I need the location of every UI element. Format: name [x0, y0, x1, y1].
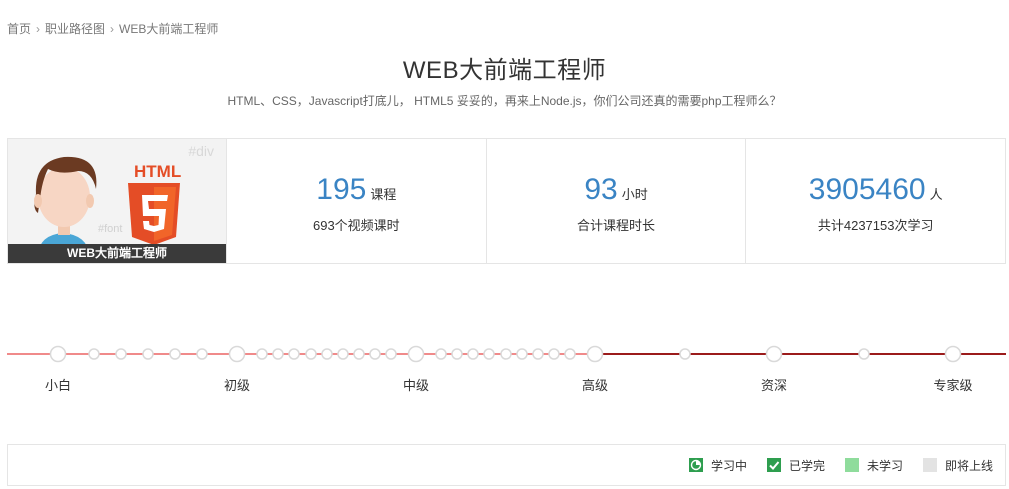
timeline-course-node[interactable]	[532, 348, 544, 360]
timeline-course-node[interactable]	[305, 348, 317, 360]
legend-label: 学习中	[710, 458, 747, 473]
timeline-track	[7, 345, 1006, 363]
timeline-stage-node[interactable]	[944, 345, 962, 363]
breadcrumb: 首页 › 职业路径图 › WEB大前端工程师	[7, 20, 218, 37]
tag-font-label: #font	[98, 223, 123, 235]
timeline-course-node[interactable]	[169, 348, 181, 360]
stat-hours-number: 93	[584, 173, 618, 206]
timeline-course-node[interactable]	[256, 348, 268, 360]
breadcrumb-current[interactable]: WEB大前端工程师	[119, 20, 218, 37]
stat-learners: 3905460 人 共计4237153次学习	[746, 139, 1005, 263]
pie-progress-icon	[688, 458, 703, 472]
timeline-course-node[interactable]	[435, 348, 447, 360]
stage-label-master[interactable]: 专家级	[933, 375, 972, 394]
timeline-course-node[interactable]	[516, 348, 528, 360]
timeline-stage-node[interactable]	[407, 345, 425, 363]
timeline-stage-node[interactable]	[765, 345, 783, 363]
page-title: WEB大前端工程师	[402, 57, 607, 84]
stage-label-beginner[interactable]: 小白	[45, 375, 71, 394]
timeline-course-node[interactable]	[548, 348, 560, 360]
career-path-timeline: 小白 初级 中级 高级 资深 专家级	[7, 330, 1006, 400]
legend-label: 即将上线	[944, 458, 993, 473]
timeline-course-node[interactable]	[500, 348, 512, 360]
timeline-course-node[interactable]	[196, 348, 208, 360]
career-thumbnail[interactable]: HTML #div #font WEB大前端工程师	[8, 139, 227, 263]
timeline-course-node[interactable]	[679, 348, 691, 360]
stat-courses: 195 课程 693个视频课时	[227, 139, 487, 263]
stage-label-senior[interactable]: 高级	[582, 375, 608, 394]
timeline-course-node[interactable]	[858, 348, 870, 360]
timeline-course-node[interactable]	[321, 348, 333, 360]
thumbnail-caption: WEB大前端工程师	[8, 244, 226, 263]
legend-label: 已学完	[788, 458, 825, 473]
legend-label: 未学习	[866, 458, 903, 473]
timeline-course-node[interactable]	[337, 348, 349, 360]
timeline-course-node[interactable]	[483, 348, 495, 360]
timeline-course-node[interactable]	[288, 348, 300, 360]
breadcrumb-home[interactable]: 首页	[7, 20, 31, 37]
timeline-course-node[interactable]	[353, 348, 365, 360]
timeline-course-node[interactable]	[369, 348, 381, 360]
timeline-stage-node[interactable]	[49, 345, 67, 363]
stage-label-expert[interactable]: 资深	[761, 375, 787, 394]
legend: 学习中 已学完 未学习 即将上线	[7, 444, 1006, 486]
stat-hours: 93 小时 合计课程时长	[487, 139, 747, 263]
legend-coming-soon: 即将上线	[922, 457, 993, 474]
chevron-right-icon: ›	[36, 21, 41, 36]
stat-learners-number: 3905460	[808, 173, 926, 206]
stage-label-junior[interactable]: 初级	[224, 375, 250, 394]
page-subtitle: HTML、CSS，Javascript打底儿， HTML5 妥妥的，再来上Nod…	[227, 94, 782, 108]
stat-learners-unit: 人	[929, 187, 943, 202]
legend-in-progress: 学习中	[688, 457, 747, 474]
legend-completed: 已学完	[766, 457, 825, 474]
legend-not-started: 未学习	[844, 457, 903, 474]
timeline-course-node[interactable]	[385, 348, 397, 360]
timeline-course-node[interactable]	[564, 348, 576, 360]
stage-label-intermediate[interactable]: 中级	[403, 375, 429, 394]
check-icon	[766, 458, 781, 472]
stat-courses-number: 195	[316, 173, 367, 206]
svg-text:HTML: HTML	[134, 162, 181, 181]
stats-panel: HTML #div #font WEB大前端工程师 195 课程 693个视频课时…	[7, 138, 1006, 264]
timeline-course-node[interactable]	[467, 348, 479, 360]
breadcrumb-career-map[interactable]: 职业路径图	[45, 20, 105, 37]
square-icon	[922, 458, 937, 472]
stat-hours-desc: 合计课程时长	[577, 218, 656, 233]
stat-learners-desc: 共计4237153次学习	[817, 218, 934, 233]
timeline-stage-node[interactable]	[228, 345, 246, 363]
chevron-right-icon: ›	[110, 21, 115, 36]
timeline-course-node[interactable]	[115, 348, 127, 360]
timeline-course-node[interactable]	[142, 348, 154, 360]
stat-hours-unit: 小时	[621, 187, 648, 202]
timeline-course-node[interactable]	[88, 348, 100, 360]
tag-div-label: #div	[188, 143, 214, 159]
timeline-course-node[interactable]	[272, 348, 284, 360]
stat-courses-desc: 693个视频课时	[312, 218, 400, 233]
square-icon	[844, 458, 859, 472]
timeline-stage-node[interactable]	[586, 345, 604, 363]
stat-courses-unit: 课程	[370, 187, 397, 202]
timeline-course-node[interactable]	[451, 348, 463, 360]
